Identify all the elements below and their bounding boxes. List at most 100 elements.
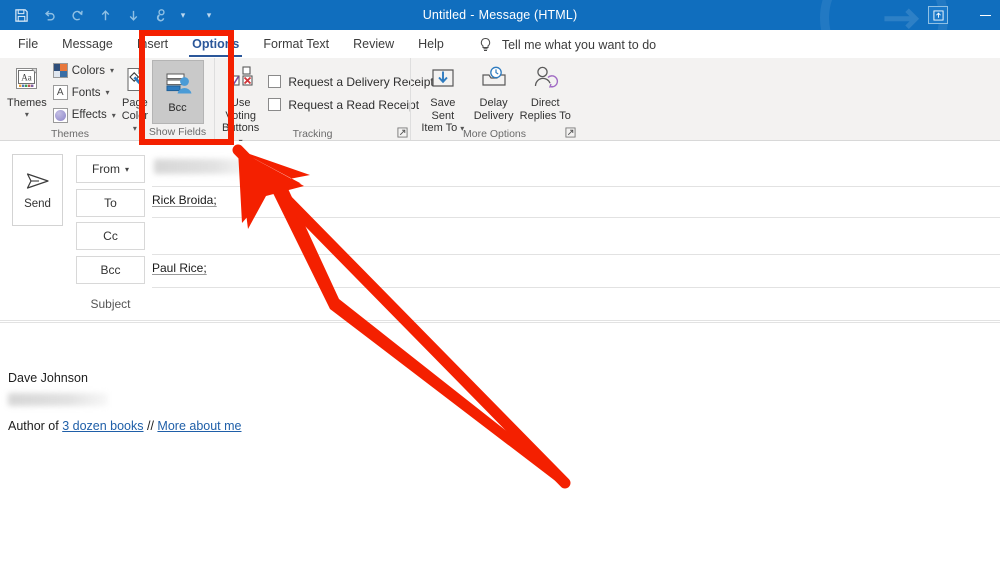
bcc-field-value[interactable]: Paul Rice;: [152, 261, 207, 275]
subject-field-label: Subject: [90, 297, 131, 311]
signature-separator: //: [143, 419, 158, 433]
bcc-field-underline: [152, 287, 1000, 288]
request-delivery-receipt-checkbox[interactable]: Request a Delivery Receipt: [268, 71, 434, 93]
fonts-button-label: Fonts: [71, 86, 101, 99]
bcc-button-label: Bcc: [168, 101, 187, 114]
tab-help[interactable]: Help: [406, 31, 456, 58]
effects-button[interactable]: Effects ▾: [50, 105, 119, 126]
save-sent-item-icon: [427, 63, 459, 97]
lightbulb-icon: [480, 37, 490, 51]
title-bar: ▾ ▾ Untitled - Message (HTML): [0, 0, 1000, 30]
colors-icon: [52, 63, 68, 79]
from-field-underline: [152, 186, 1000, 187]
signature-links-line: Author of 3 dozen books // More about me: [8, 419, 242, 433]
window-title: Untitled - Message (HTML): [0, 0, 1000, 30]
checkbox-icon[interactable]: [268, 75, 282, 88]
themes-button[interactable]: Aa Themes ▾: [6, 60, 48, 119]
direct-replies-icon: [529, 63, 561, 97]
subject-field-underline: [0, 320, 1000, 321]
colors-button[interactable]: Colors ▾: [50, 60, 119, 81]
save-sent-item-label-line1: Save Sent: [430, 97, 456, 122]
chevron-down-icon[interactable]: ▾: [106, 88, 110, 97]
chevron-down-icon[interactable]: ▾: [25, 110, 29, 119]
direct-replies-label-line2: Replies To: [519, 109, 571, 122]
window-title-separator: -: [470, 8, 475, 22]
colors-button-label: Colors: [71, 64, 105, 77]
chevron-down-icon[interactable]: ▾: [110, 66, 114, 75]
cc-field-underline: [152, 254, 1000, 255]
direct-replies-to-button[interactable]: Direct Replies To: [519, 60, 573, 122]
signature-link-books[interactable]: 3 dozen books: [62, 419, 143, 433]
to-field-value[interactable]: Rick Broida;: [152, 193, 217, 207]
effects-button-label: Effects: [71, 109, 107, 122]
delay-delivery-label-line2: Delivery: [473, 109, 514, 122]
checkbox-icon[interactable]: [268, 98, 282, 111]
from-field-value-redacted[interactable]: [154, 159, 252, 174]
chevron-down-icon[interactable]: ▾: [125, 165, 129, 174]
ribbon: Aa Themes ▾ Colors ▾ A Fonts ▾ Effects ▾…: [0, 58, 1000, 146]
fonts-button[interactable]: A Fonts ▾: [50, 82, 119, 103]
effects-icon: [52, 107, 68, 123]
signature-line-prefix: Author of: [8, 419, 63, 433]
voting-buttons-icon: [225, 63, 257, 97]
ribbon-group-label-more-options: More Options: [462, 128, 527, 140]
use-voting-buttons-label-line1: Use Voting: [225, 97, 256, 122]
signature-link-more-about-me[interactable]: More about me: [157, 419, 241, 433]
ribbon-group-label-show-fields: Show Fields: [148, 126, 207, 138]
compose-header: Send From ▾ To Rick Broida; Cc Bcc Paul …: [0, 141, 1000, 322]
delay-delivery-icon: [478, 63, 510, 97]
tracking-checkboxes: Request a Delivery Receipt Request a Rea…: [268, 60, 434, 126]
cc-field-button[interactable]: Cc: [76, 222, 145, 250]
svg-text:Aa: Aa: [21, 73, 32, 83]
tab-message[interactable]: Message: [50, 31, 125, 58]
save-sent-item-to-button[interactable]: Save Sent Item To ▾: [417, 60, 469, 135]
ribbon-group-tracking: Use Voting Buttons ▾ Request a Delivery …: [214, 58, 434, 146]
ribbon-tab-strip: File Message Insert Options Format Text …: [0, 30, 1000, 58]
restore-window-icon[interactable]: [928, 6, 948, 24]
window-controls: [928, 0, 1000, 30]
to-field-button[interactable]: To: [76, 189, 145, 217]
request-read-receipt-checkbox[interactable]: Request a Read Receipt: [268, 94, 433, 116]
tab-file[interactable]: File: [6, 31, 50, 58]
delay-delivery-button[interactable]: Delay Delivery: [469, 60, 519, 122]
tab-format-text[interactable]: Format Text: [251, 31, 341, 58]
delay-delivery-label-line1: Delay: [479, 97, 508, 109]
signature-name: Dave Johnson: [8, 371, 88, 385]
send-button[interactable]: Send: [12, 154, 63, 226]
to-field-label: To: [104, 196, 117, 210]
from-field-button[interactable]: From ▾: [76, 155, 145, 183]
request-read-receipt-label: Request a Read Receipt: [288, 97, 420, 112]
window-title-doctype: Message (HTML): [478, 8, 578, 22]
themes-button-label: Themes: [7, 97, 47, 109]
bcc-field-label: Bcc: [100, 263, 121, 277]
bcc-button[interactable]: Bcc: [151, 60, 204, 124]
bcc-icon: [166, 73, 191, 93]
tab-options[interactable]: Options: [180, 31, 251, 58]
message-body[interactable]: Dave Johnson Author of 3 dozen books // …: [0, 322, 1000, 576]
tracking-dialog-launcher-icon[interactable]: [397, 127, 408, 138]
direct-replies-label-line1: Direct: [530, 97, 560, 109]
themes-small-buttons: Colors ▾ A Fonts ▾ Effects ▾: [50, 60, 119, 126]
signature-redacted-line: [8, 393, 108, 406]
send-icon: [26, 172, 49, 189]
window-title-name: Untitled: [422, 8, 467, 22]
tell-me-placeholder: Tell me what you want to do: [501, 37, 657, 52]
ribbon-group-show-fields: Bcc Show Fields: [140, 58, 214, 140]
to-field-underline: [152, 217, 1000, 218]
ribbon-group-more-options: Save Sent Item To ▾ Delay Delivery Direc…: [410, 58, 578, 140]
chevron-down-icon[interactable]: ▾: [112, 111, 116, 120]
fonts-icon: A: [52, 85, 68, 101]
ribbon-group-themes: Aa Themes ▾ Colors ▾ A Fonts ▾ Effects ▾…: [0, 58, 148, 140]
more-options-dialog-launcher-icon[interactable]: [565, 127, 576, 138]
minimize-button[interactable]: [970, 0, 1000, 30]
tab-insert[interactable]: Insert: [125, 31, 180, 58]
ribbon-tabs: File Message Insert Options Format Text …: [0, 30, 1000, 58]
tab-review[interactable]: Review: [341, 31, 406, 58]
themes-icon: Aa: [12, 63, 42, 97]
bcc-field-button[interactable]: Bcc: [76, 256, 145, 284]
send-button-label: Send: [24, 197, 51, 210]
cc-field-label: Cc: [103, 229, 118, 243]
ribbon-group-label-themes: Themes: [51, 128, 89, 140]
tell-me-search[interactable]: Tell me what you want to do: [478, 31, 656, 58]
ribbon-group-label-tracking: Tracking: [292, 128, 333, 140]
